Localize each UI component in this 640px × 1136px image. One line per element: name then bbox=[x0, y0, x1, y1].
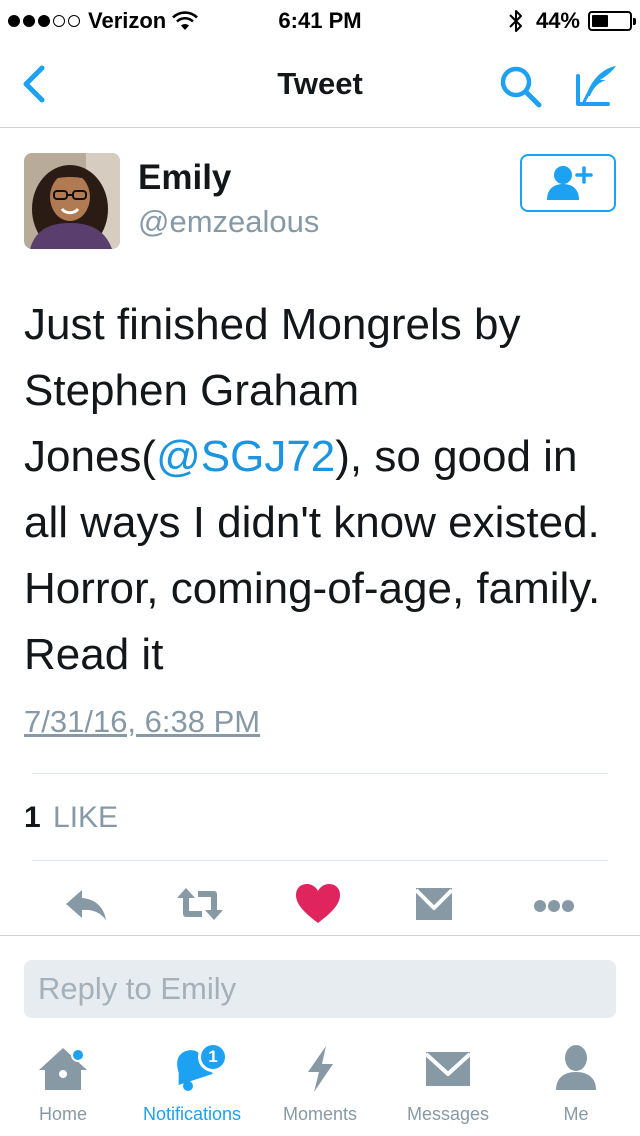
tab-home-label: Home bbox=[38, 1104, 87, 1124]
avatar[interactable] bbox=[24, 153, 120, 249]
tab-notifications[interactable]: 1 Notifications bbox=[130, 1042, 254, 1136]
status-bar: Verizon 6:41 PM 44% bbox=[0, 0, 640, 40]
page-title: Tweet bbox=[277, 66, 363, 101]
tweet-timestamp[interactable]: 7/31/16, 6:38 PM bbox=[24, 704, 260, 740]
divider bbox=[32, 773, 608, 774]
compose-icon[interactable] bbox=[570, 60, 620, 110]
tab-me-label: Me bbox=[563, 1104, 589, 1124]
bluetooth-icon bbox=[509, 10, 522, 32]
status-bar-right: 44% bbox=[508, 8, 636, 34]
divider bbox=[32, 860, 608, 861]
notifications-badge: 1 bbox=[198, 1042, 228, 1072]
reply-icon[interactable] bbox=[60, 880, 112, 928]
home-icon bbox=[35, 1042, 91, 1094]
divider bbox=[0, 935, 640, 936]
tab-moments-label: Moments bbox=[282, 1104, 358, 1124]
envelope-icon bbox=[420, 1042, 476, 1094]
tab-messages-label: Messages bbox=[406, 1104, 490, 1124]
battery-icon bbox=[588, 11, 636, 31]
tab-moments[interactable]: Moments bbox=[274, 1042, 366, 1136]
nav-bar: Tweet bbox=[0, 40, 640, 128]
more-icon[interactable] bbox=[528, 880, 580, 928]
user-handle[interactable]: @emzealous bbox=[138, 204, 319, 240]
add-user-icon bbox=[547, 166, 593, 200]
tab-notifications-label: Notifications bbox=[142, 1104, 242, 1124]
user-name[interactable]: Emily bbox=[138, 158, 231, 198]
reply-input[interactable] bbox=[24, 960, 616, 1018]
likes-count[interactable]: 1 LIKE bbox=[24, 801, 118, 835]
likes-label: LIKE bbox=[53, 801, 119, 834]
follow-button[interactable] bbox=[520, 154, 616, 212]
retweet-icon[interactable] bbox=[174, 880, 226, 928]
home-new-dot bbox=[71, 1048, 85, 1062]
tab-me[interactable]: Me bbox=[546, 1042, 606, 1136]
direct-message-icon[interactable] bbox=[408, 880, 460, 928]
tab-messages[interactable]: Messages bbox=[398, 1042, 498, 1136]
tweet-text: Just finished Mongrels by Stephen Graham… bbox=[24, 292, 624, 688]
mention-link[interactable]: @SGJ72 bbox=[156, 432, 335, 481]
tab-home[interactable]: Home bbox=[33, 1042, 93, 1136]
battery-percent: 44% bbox=[535, 8, 580, 33]
person-icon bbox=[548, 1042, 604, 1094]
likes-number: 1 bbox=[24, 801, 41, 834]
search-icon[interactable] bbox=[496, 62, 544, 110]
bell-icon: 1 bbox=[164, 1042, 228, 1094]
like-icon[interactable] bbox=[292, 880, 344, 928]
reply-box[interactable] bbox=[24, 960, 616, 1018]
lightning-icon bbox=[292, 1042, 348, 1094]
